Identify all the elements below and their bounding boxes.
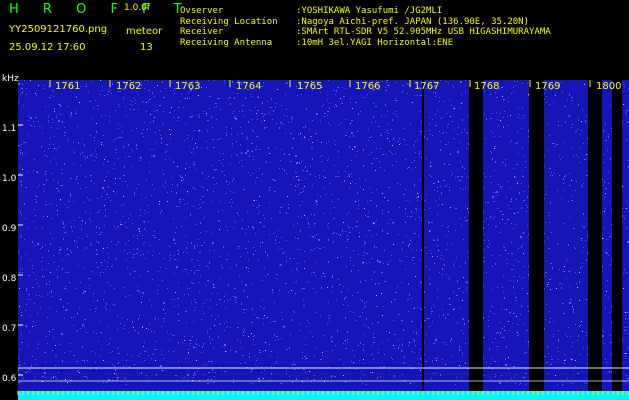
spectrogram-image	[0, 75, 629, 400]
meta-label-location: Receiving Location	[180, 16, 278, 27]
frequency-tick-label-0-6: 0.6	[2, 374, 17, 384]
frequency-tick-label-1-1: 1.1	[2, 124, 17, 134]
app-header: H R O F F T 1.0.0f YY2509121760.png 25.0…	[0, 0, 629, 75]
meta-value-antenna: :10mH 3el.YAGI Horizontal:ENE	[296, 38, 454, 49]
time-label-1767: 1767	[414, 81, 440, 92]
meta-label-antenna: Receiving Antenna	[180, 38, 273, 49]
meta-value-location: :Nagoya Aichi-pref. JAPAN (136.90E, 35.2…	[296, 16, 529, 27]
meta-row-antenna: Receiving Antenna :10mH 3el.YAGI Horizont…	[180, 38, 551, 49]
data-gap-2	[529, 80, 544, 400]
time-label-1766: 1766	[355, 81, 381, 92]
meta-label-receiver: Receiver	[180, 27, 224, 38]
meta-label-observer: Ovserver	[180, 6, 224, 16]
time-label-1761: 1761	[55, 81, 81, 92]
frequency-tick-label-1-0: 1.0	[2, 174, 17, 184]
meteor-count: 13	[140, 42, 153, 53]
datetime-label: 25.09.12 17:60	[9, 42, 86, 53]
time-label-1769: 1769	[535, 81, 561, 92]
meta-row-location: Receiving Location :Nagoya Aichi-pref. JA…	[180, 17, 551, 28]
time-label-1800: 1800	[596, 81, 622, 92]
meta-value-receiver: :SMArt RTL-SDR V5 52.905MHz USB HIGASHIM…	[296, 27, 551, 38]
frequency-axis-unit: kHz	[2, 74, 19, 84]
filename-label: YY2509121760.png	[9, 24, 108, 35]
meta-row-receiver: Receiver :SMArt RTL-SDR V5 52.905MHz USB …	[180, 27, 551, 38]
meteor-label: meteor	[126, 26, 163, 37]
time-label-1765: 1765	[297, 81, 323, 92]
meta-value-observer: :YOSHIKAWA Yasufumi /JG2MLI	[296, 6, 443, 16]
time-label-1763: 1763	[175, 81, 201, 92]
frequency-tick-label-0-9: 0.9	[2, 224, 17, 234]
frequency-tick-label-0-7: 0.7	[2, 324, 17, 334]
time-label-1768: 1768	[474, 81, 500, 92]
frequency-tick-label-0-8: 0.8	[2, 274, 17, 284]
data-gap-1	[469, 80, 483, 400]
spectrogram-panel	[0, 75, 629, 400]
hrofft-logo: H R O F F T	[9, 2, 192, 17]
data-gap-3	[588, 80, 602, 400]
observation-metadata: Ovserver :YOSHIKAWA Yasufumi /JG2MLI Rece…	[180, 6, 551, 49]
time-label-1762: 1762	[116, 81, 142, 92]
version-label: 1.0.0f	[124, 3, 151, 13]
data-gap-4	[612, 80, 622, 400]
time-label-1764: 1764	[236, 81, 262, 92]
meta-row-observer: Ovserver :YOSHIKAWA Yasufumi /JG2MLI	[180, 6, 551, 17]
